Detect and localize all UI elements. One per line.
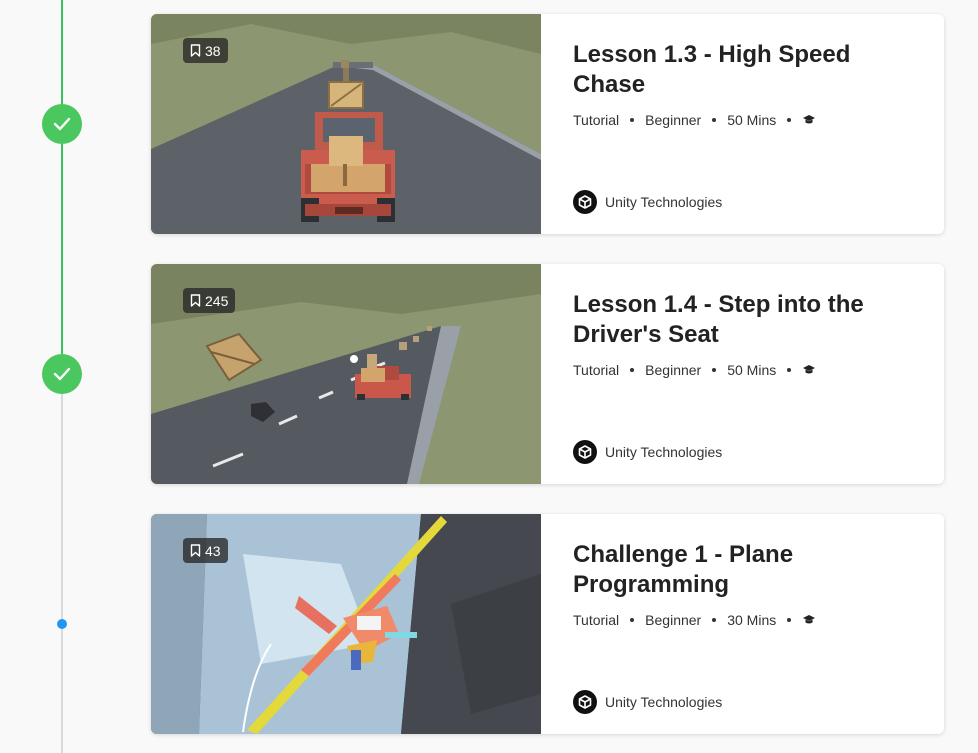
unity-logo-icon: [573, 440, 597, 464]
author[interactable]: Unity Technologies: [573, 440, 722, 464]
author-name: Unity Technologies: [605, 694, 723, 710]
tutorial-thumbnail[interactable]: 38: [151, 14, 541, 234]
bookmark-count: 43: [205, 542, 221, 559]
meta-separator: [787, 368, 792, 372]
tutorial-meta: Tutorial Beginner 50 Mins: [573, 362, 922, 378]
meta-separator: [787, 618, 792, 622]
tutorial-card[interactable]: 245 Lesson 1.4 - Step into the Driver's …: [151, 264, 944, 484]
bookmark-icon: [190, 44, 201, 57]
tutorial-meta: Tutorial Beginner 30 Mins: [573, 612, 922, 628]
duration: 50 Mins: [727, 112, 777, 128]
timeline-remaining-line: [61, 375, 63, 753]
tutorial-thumbnail[interactable]: 245: [151, 264, 541, 484]
tutorial-info: Lesson 1.4 - Step into the Driver's Seat…: [541, 264, 944, 484]
duration: 50 Mins: [727, 362, 777, 378]
content-type: Tutorial: [573, 112, 620, 128]
author-name: Unity Technologies: [605, 194, 723, 210]
bookmark-count-badge[interactable]: 245: [183, 288, 236, 313]
tutorial-title[interactable]: Lesson 1.4 - Step into the Driver's Seat: [573, 290, 922, 350]
tutorial-meta: Tutorial Beginner 50 Mins: [573, 112, 922, 128]
graduation-cap-icon: [803, 115, 816, 124]
meta-separator: [630, 618, 635, 622]
skill-level: Beginner: [645, 362, 702, 378]
content-type: Tutorial: [573, 362, 620, 378]
bookmark-count-badge[interactable]: 38: [183, 38, 228, 63]
unity-logo-icon: [573, 190, 597, 214]
meta-separator: [712, 118, 717, 122]
tutorial-card[interactable]: 43 Challenge 1 - Plane Programming Tutor…: [151, 514, 944, 734]
tutorial-title[interactable]: Lesson 1.3 - High Speed Chase: [573, 40, 922, 100]
tutorial-info: Lesson 1.3 - High Speed Chase Tutorial B…: [541, 14, 944, 234]
bookmark-count: 38: [205, 42, 221, 59]
timeline-step-complete: [42, 104, 82, 144]
meta-separator: [787, 118, 792, 122]
check-icon: [53, 117, 71, 131]
graduation-cap-icon: [803, 365, 816, 374]
skill-level: Beginner: [645, 112, 702, 128]
author-name: Unity Technologies: [605, 444, 723, 460]
meta-separator: [630, 118, 635, 122]
meta-separator: [630, 368, 635, 372]
unity-logo-icon: [573, 690, 597, 714]
bookmark-icon: [190, 544, 201, 557]
meta-separator: [712, 368, 717, 372]
skill-level: Beginner: [645, 612, 702, 628]
timeline-progress-line: [61, 0, 63, 375]
bookmark-count-badge[interactable]: 43: [183, 538, 228, 563]
tutorial-info: Challenge 1 - Plane Programming Tutorial…: [541, 514, 944, 734]
check-icon: [53, 367, 71, 381]
meta-separator: [712, 618, 717, 622]
tutorial-title[interactable]: Challenge 1 - Plane Programming: [573, 540, 922, 600]
bookmark-icon: [190, 294, 201, 307]
tutorial-card[interactable]: 38 Lesson 1.3 - High Speed Chase Tutoria…: [151, 14, 944, 234]
bookmark-count: 245: [205, 292, 229, 309]
content-type: Tutorial: [573, 612, 620, 628]
tutorial-thumbnail[interactable]: 43: [151, 514, 541, 734]
learning-pathway: 38 Lesson 1.3 - High Speed Chase Tutoria…: [0, 0, 978, 753]
author[interactable]: Unity Technologies: [573, 190, 722, 214]
author[interactable]: Unity Technologies: [573, 690, 722, 714]
timeline-step-complete: [42, 354, 82, 394]
timeline-step-current-dot: [57, 619, 67, 629]
graduation-cap-icon: [803, 615, 816, 624]
duration: 30 Mins: [727, 612, 777, 628]
